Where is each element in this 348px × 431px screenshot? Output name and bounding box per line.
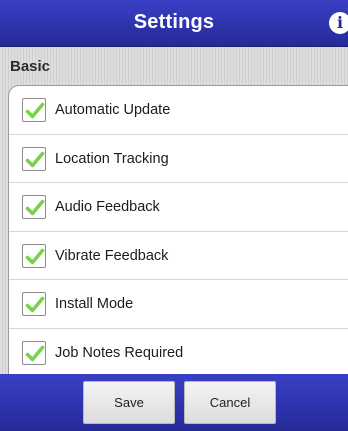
cancel-button[interactable]: Cancel [184,381,276,424]
setting-label: Location Tracking [55,150,169,167]
checkmark-icon [25,297,45,313]
audio-feedback-checkbox[interactable] [22,195,46,220]
setting-label: Automatic Update [55,102,171,118]
section-title: Basic [10,58,51,75]
automatic-update-checkbox[interactable] [22,98,46,122]
checkmark-icon [25,248,45,265]
setting-label: Audio Feedback [55,199,160,216]
setting-location-tracking[interactable]: Location Tracking [9,135,348,184]
save-button[interactable]: Save [83,381,175,424]
vibrate-feedback-checkbox[interactable] [22,243,46,268]
checkmark-icon [25,199,45,216]
checkmark-icon [25,151,45,167]
info-icon-glyph: i [336,13,344,32]
setting-label: Install Mode [55,296,134,313]
install-mode-checkbox[interactable] [22,292,46,317]
settings-content: Basic Automatic Update Location Tracking… [0,47,348,417]
info-icon[interactable]: i [329,12,348,34]
setting-audio-feedback[interactable]: Audio Feedback [9,183,348,232]
setting-label: Job Notes Required [55,344,184,361]
setting-label: Vibrate Feedback [55,247,169,264]
setting-automatic-update[interactable]: Automatic Update [9,86,348,135]
setting-install-mode[interactable]: Install Mode [9,280,348,329]
checkmark-icon [25,102,45,119]
setting-job-notes-required[interactable]: Job Notes Required [9,329,348,378]
title-bar: Settings i [0,0,348,47]
location-tracking-checkbox[interactable] [22,146,46,171]
job-notes-required-checkbox[interactable] [22,340,46,365]
bottom-toolbar: Save Cancel [0,374,348,431]
page-title: Settings [133,11,215,33]
checkmark-icon [25,345,45,362]
settings-list: Automatic Update Location Tracking Audio… [8,85,348,417]
setting-vibrate-feedback[interactable]: Vibrate Feedback [9,232,348,281]
